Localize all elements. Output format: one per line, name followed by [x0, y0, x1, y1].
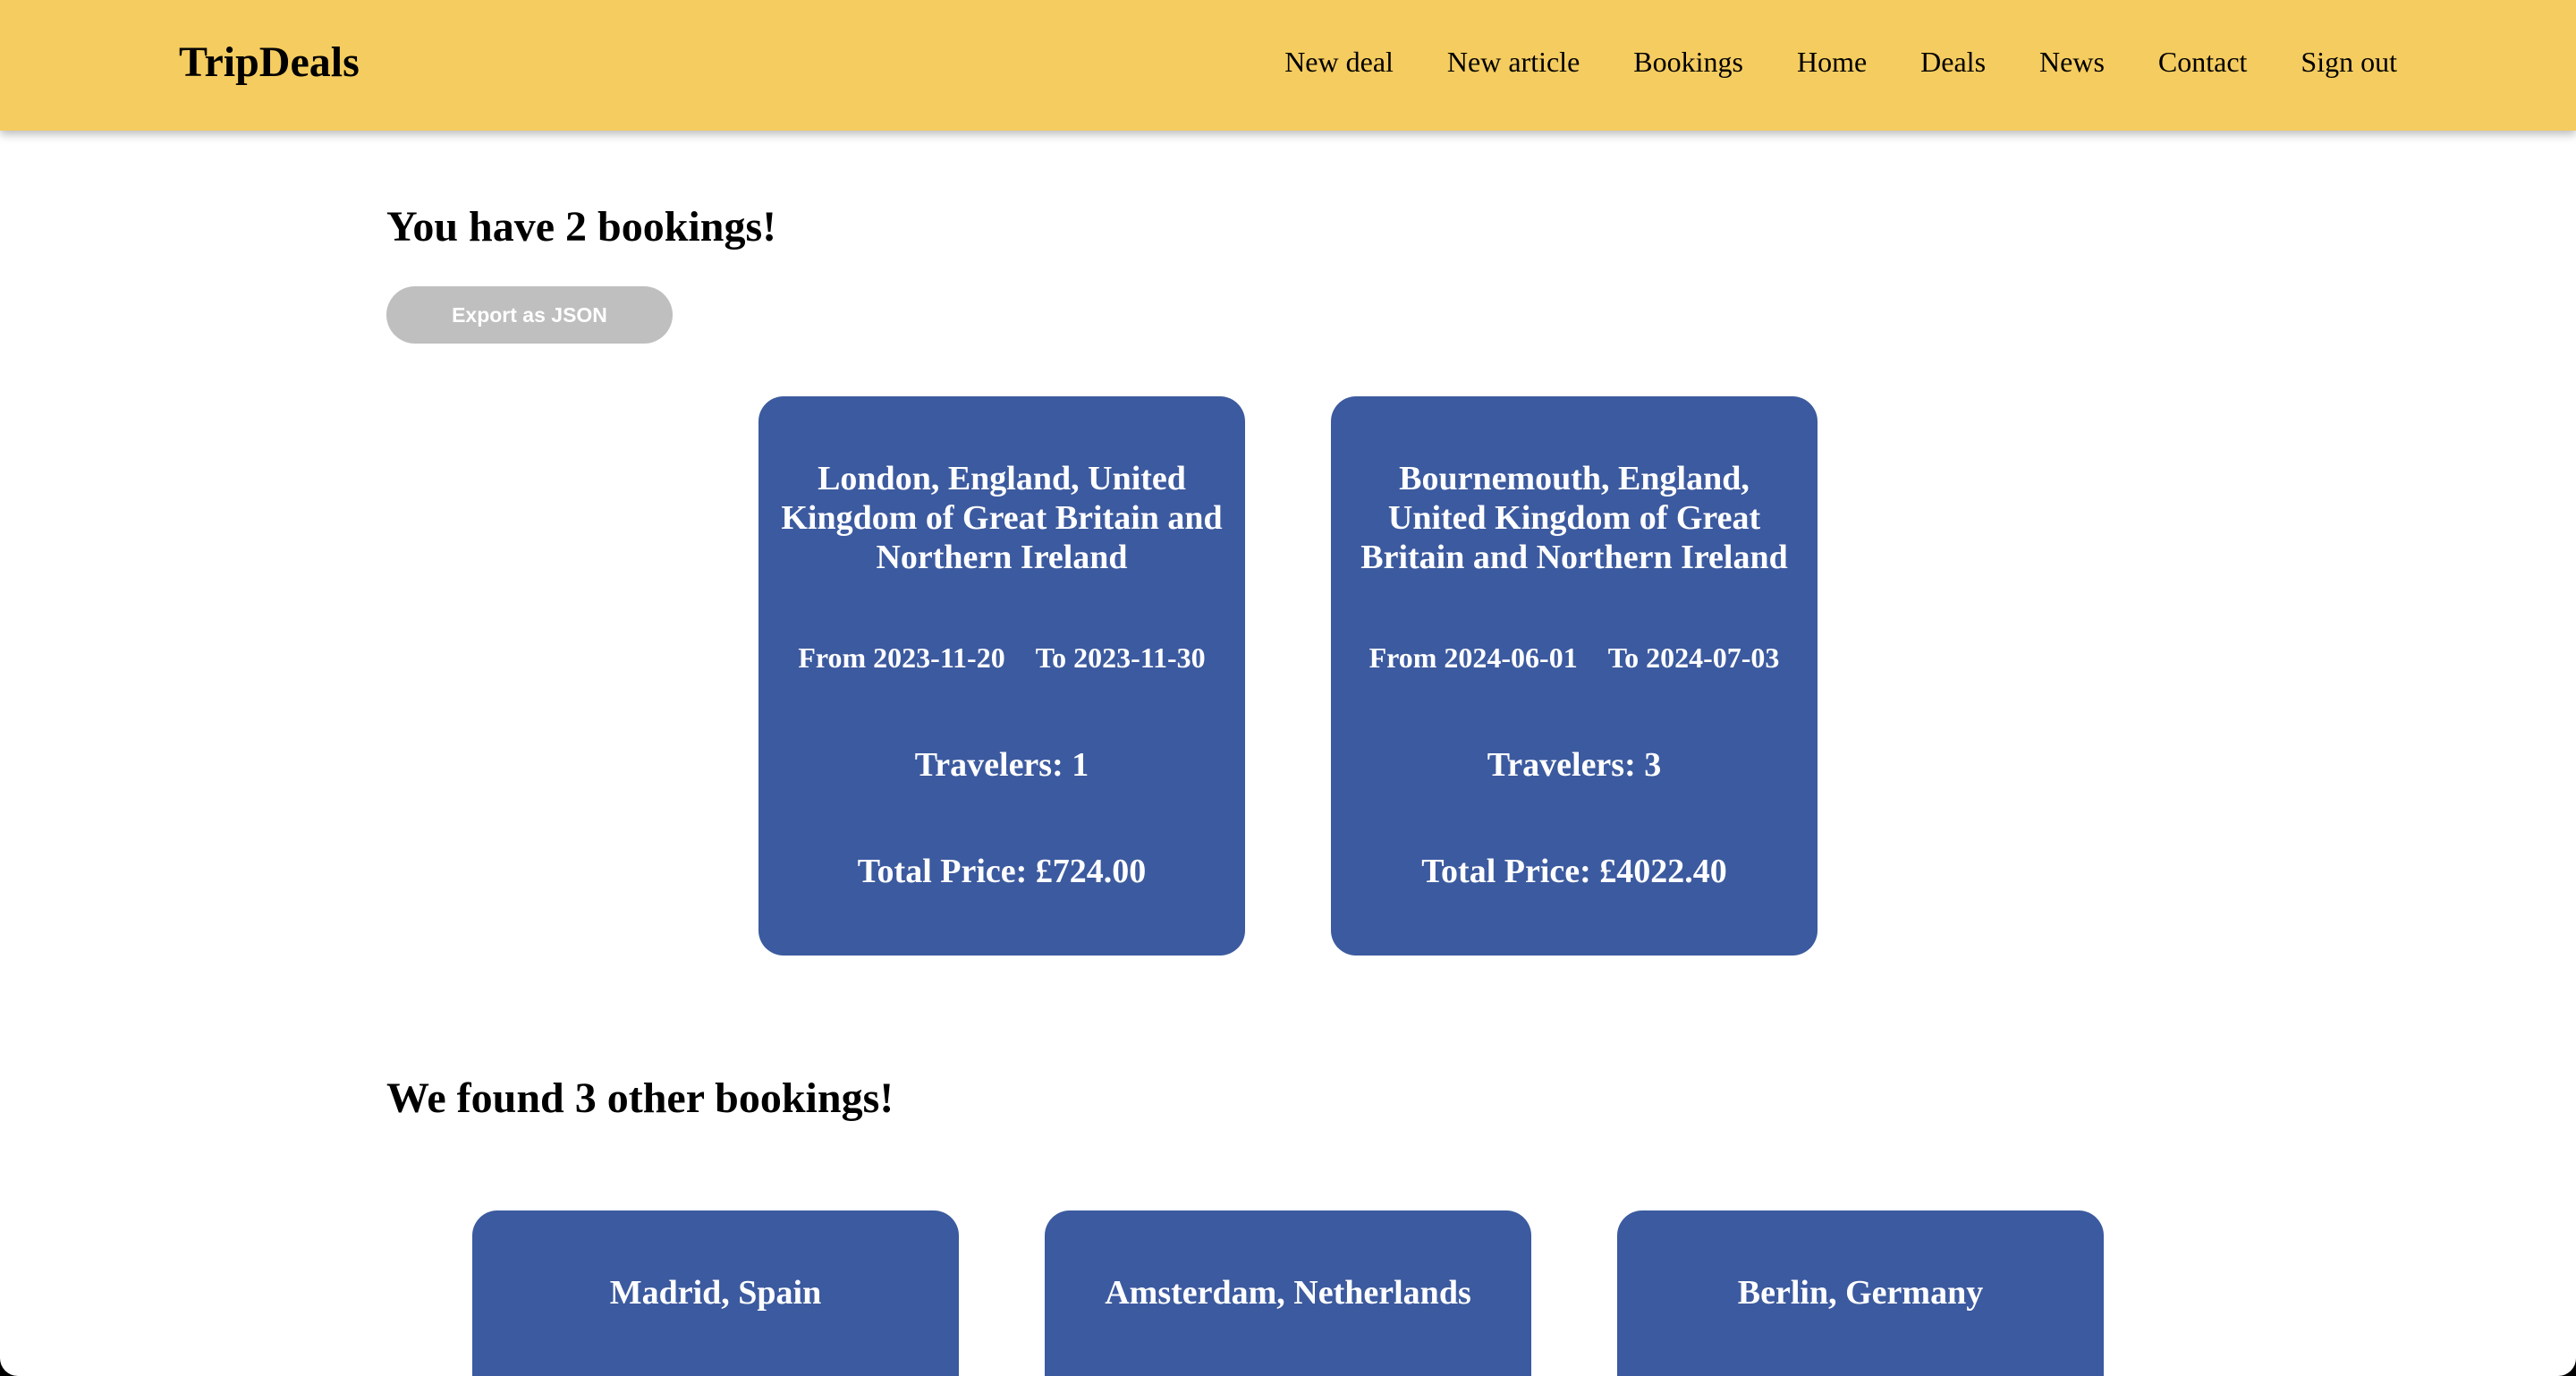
booking-destination: London, England, United Kingdom of Great… — [781, 460, 1223, 576]
brand-logo[interactable]: TripDeals — [179, 36, 360, 89]
booking-from-date: From 2023-11-20 — [798, 641, 1005, 674]
other-booking-card[interactable]: Amsterdam, Netherlands — [1045, 1210, 1531, 1376]
nav-deals[interactable]: Deals — [1920, 42, 1986, 81]
nav-news[interactable]: News — [2039, 42, 2105, 81]
export-json-button[interactable]: Export as JSON — [386, 286, 673, 344]
booking-from-date: From 2024-06-01 — [1368, 641, 1578, 674]
nav-bookings[interactable]: Bookings — [1633, 42, 1743, 81]
navbar: TripDeals New deal New article Bookings … — [0, 0, 2576, 131]
nav-new-deal[interactable]: New deal — [1284, 42, 1394, 81]
booking-dates: From 2024-06-01 To 2024-07-03 — [1331, 640, 1818, 675]
bookings-heading: You have 2 bookings! — [386, 203, 777, 251]
other-booking-card[interactable]: Madrid, Spain — [472, 1210, 959, 1376]
other-booking-destination: Madrid, Spain — [609, 1274, 822, 1312]
other-booking-destination: Berlin, Germany — [1737, 1274, 1984, 1312]
page: TripDeals New deal New article Bookings … — [0, 0, 2576, 1376]
booking-card[interactable]: London, England, United Kingdom of Great… — [758, 396, 1245, 956]
nav-home[interactable]: Home — [1797, 42, 1867, 81]
booking-to-date: To 2024-07-03 — [1607, 641, 1780, 674]
booking-to-date: To 2023-11-30 — [1035, 641, 1206, 674]
other-booking-destination: Amsterdam, Netherlands — [1105, 1274, 1471, 1312]
nav-sign-out[interactable]: Sign out — [2301, 42, 2397, 81]
nav-links: New deal New article Bookings Home Deals… — [1284, 42, 2397, 81]
booking-total-price: Total Price: £4022.40 — [1421, 853, 1727, 890]
booking-destination: Bournemouth, England, United Kingdom of … — [1360, 460, 1788, 576]
nav-contact[interactable]: Contact — [2158, 42, 2248, 81]
booking-travelers: Travelers: 1 — [914, 746, 1089, 784]
other-bookings-heading: We found 3 other bookings! — [386, 1074, 894, 1122]
booking-travelers: Travelers: 3 — [1487, 746, 1662, 784]
nav-new-article[interactable]: New article — [1447, 42, 1580, 81]
booking-dates: From 2023-11-20 To 2023-11-30 — [758, 640, 1245, 675]
booking-total-price: Total Price: £724.00 — [857, 853, 1147, 890]
other-booking-card[interactable]: Berlin, Germany — [1617, 1210, 2104, 1376]
booking-card[interactable]: Bournemouth, England, United Kingdom of … — [1331, 396, 1818, 956]
